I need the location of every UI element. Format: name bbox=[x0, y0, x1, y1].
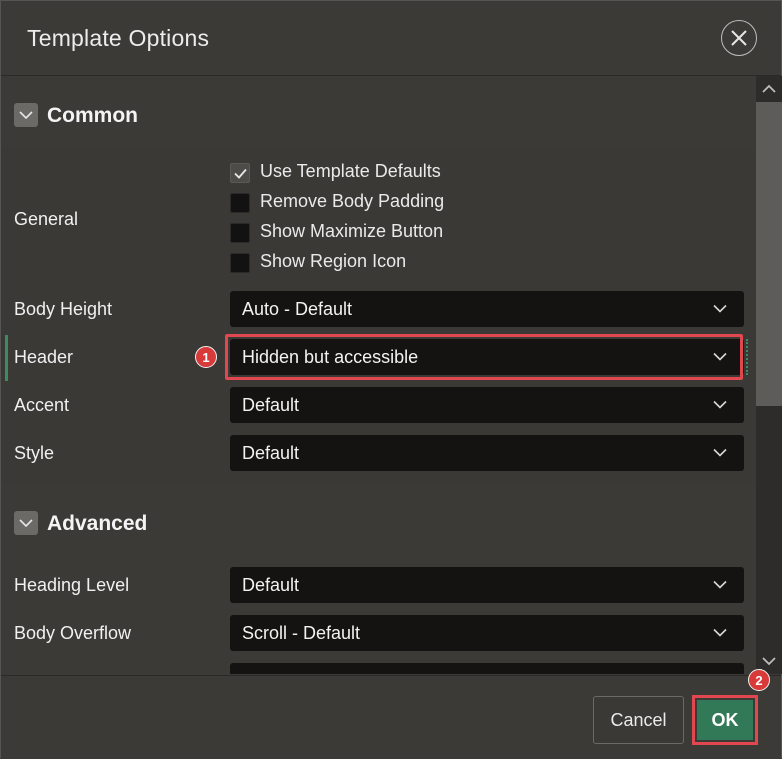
label-body-overflow: Body Overflow bbox=[14, 623, 132, 643]
label-general: General bbox=[14, 209, 79, 229]
select-partially-hidden[interactable] bbox=[230, 663, 744, 674]
section-title-advanced: Advanced bbox=[47, 512, 148, 535]
header-select-highlight bbox=[225, 334, 743, 380]
chevron-down-icon bbox=[713, 580, 727, 589]
template-options-dialog: Template Options Common General Use Temp… bbox=[0, 0, 782, 759]
section-header-common[interactable]: Common bbox=[1, 76, 756, 146]
vertical-scrollbar[interactable] bbox=[756, 76, 782, 674]
active-row-indicator bbox=[5, 335, 8, 381]
select-value: Default bbox=[242, 395, 300, 415]
chevron-down-icon bbox=[713, 448, 727, 457]
cancel-button[interactable]: Cancel bbox=[593, 696, 684, 744]
section-panel-common: General Use Template Defaults Remove Bod… bbox=[1, 146, 756, 483]
close-icon bbox=[731, 30, 747, 46]
resize-handle bbox=[746, 339, 751, 375]
scrollbar-thumb[interactable] bbox=[756, 102, 782, 406]
select-style[interactable]: Default bbox=[230, 435, 744, 471]
label-body-height: Body Height bbox=[14, 299, 113, 319]
select-value: Default bbox=[242, 575, 300, 595]
checkbox-box[interactable] bbox=[230, 253, 250, 273]
check-icon bbox=[234, 168, 247, 179]
checkbox-box[interactable] bbox=[230, 223, 250, 243]
collapse-toggle-advanced[interactable] bbox=[14, 511, 38, 535]
scroll-down-icon[interactable] bbox=[762, 656, 776, 666]
collapse-toggle-common[interactable] bbox=[14, 103, 38, 127]
scroll-up-icon[interactable] bbox=[762, 84, 776, 94]
checkbox-label: Remove Body Padding bbox=[260, 191, 445, 211]
close-button[interactable] bbox=[721, 20, 757, 56]
dialog-footer: Cancel OK 2 bbox=[1, 669, 781, 759]
dialog-title: Template Options bbox=[27, 25, 210, 51]
chevron-down-icon bbox=[713, 400, 727, 409]
chevron-down-icon bbox=[19, 111, 33, 120]
chevron-down-icon bbox=[713, 304, 727, 313]
section-title-common: Common bbox=[47, 104, 138, 127]
ok-button[interactable]: OK bbox=[697, 700, 753, 740]
ok-button-highlight: OK bbox=[692, 695, 758, 745]
chevron-down-icon bbox=[713, 628, 727, 637]
select-value: Default bbox=[242, 443, 300, 463]
checkbox-label: Show Maximize Button bbox=[260, 221, 444, 241]
select-body-height[interactable]: Auto - Default bbox=[230, 291, 744, 327]
select-value: Scroll - Default bbox=[242, 623, 361, 643]
callout-badge-1: 1 bbox=[195, 346, 217, 368]
select-accent[interactable]: Default bbox=[230, 387, 744, 423]
chevron-down-icon bbox=[19, 519, 33, 528]
select-heading-level[interactable]: Default bbox=[230, 567, 744, 603]
checkbox-label: Show Region Icon bbox=[260, 251, 407, 271]
label-header: Header bbox=[14, 347, 74, 367]
label-style: Style bbox=[14, 443, 55, 463]
dialog-titlebar: Template Options bbox=[1, 1, 781, 76]
checkbox-label: Use Template Defaults bbox=[260, 161, 441, 181]
callout-badge-2: 2 bbox=[748, 669, 770, 691]
select-value: Auto - Default bbox=[242, 299, 353, 319]
section-header-advanced[interactable]: Advanced bbox=[1, 483, 756, 553]
checkbox-box[interactable] bbox=[230, 193, 250, 213]
label-accent: Accent bbox=[14, 395, 70, 415]
select-body-overflow[interactable]: Scroll - Default bbox=[230, 615, 744, 651]
checkbox-box[interactable] bbox=[230, 163, 250, 183]
label-heading-level: Heading Level bbox=[14, 575, 130, 595]
